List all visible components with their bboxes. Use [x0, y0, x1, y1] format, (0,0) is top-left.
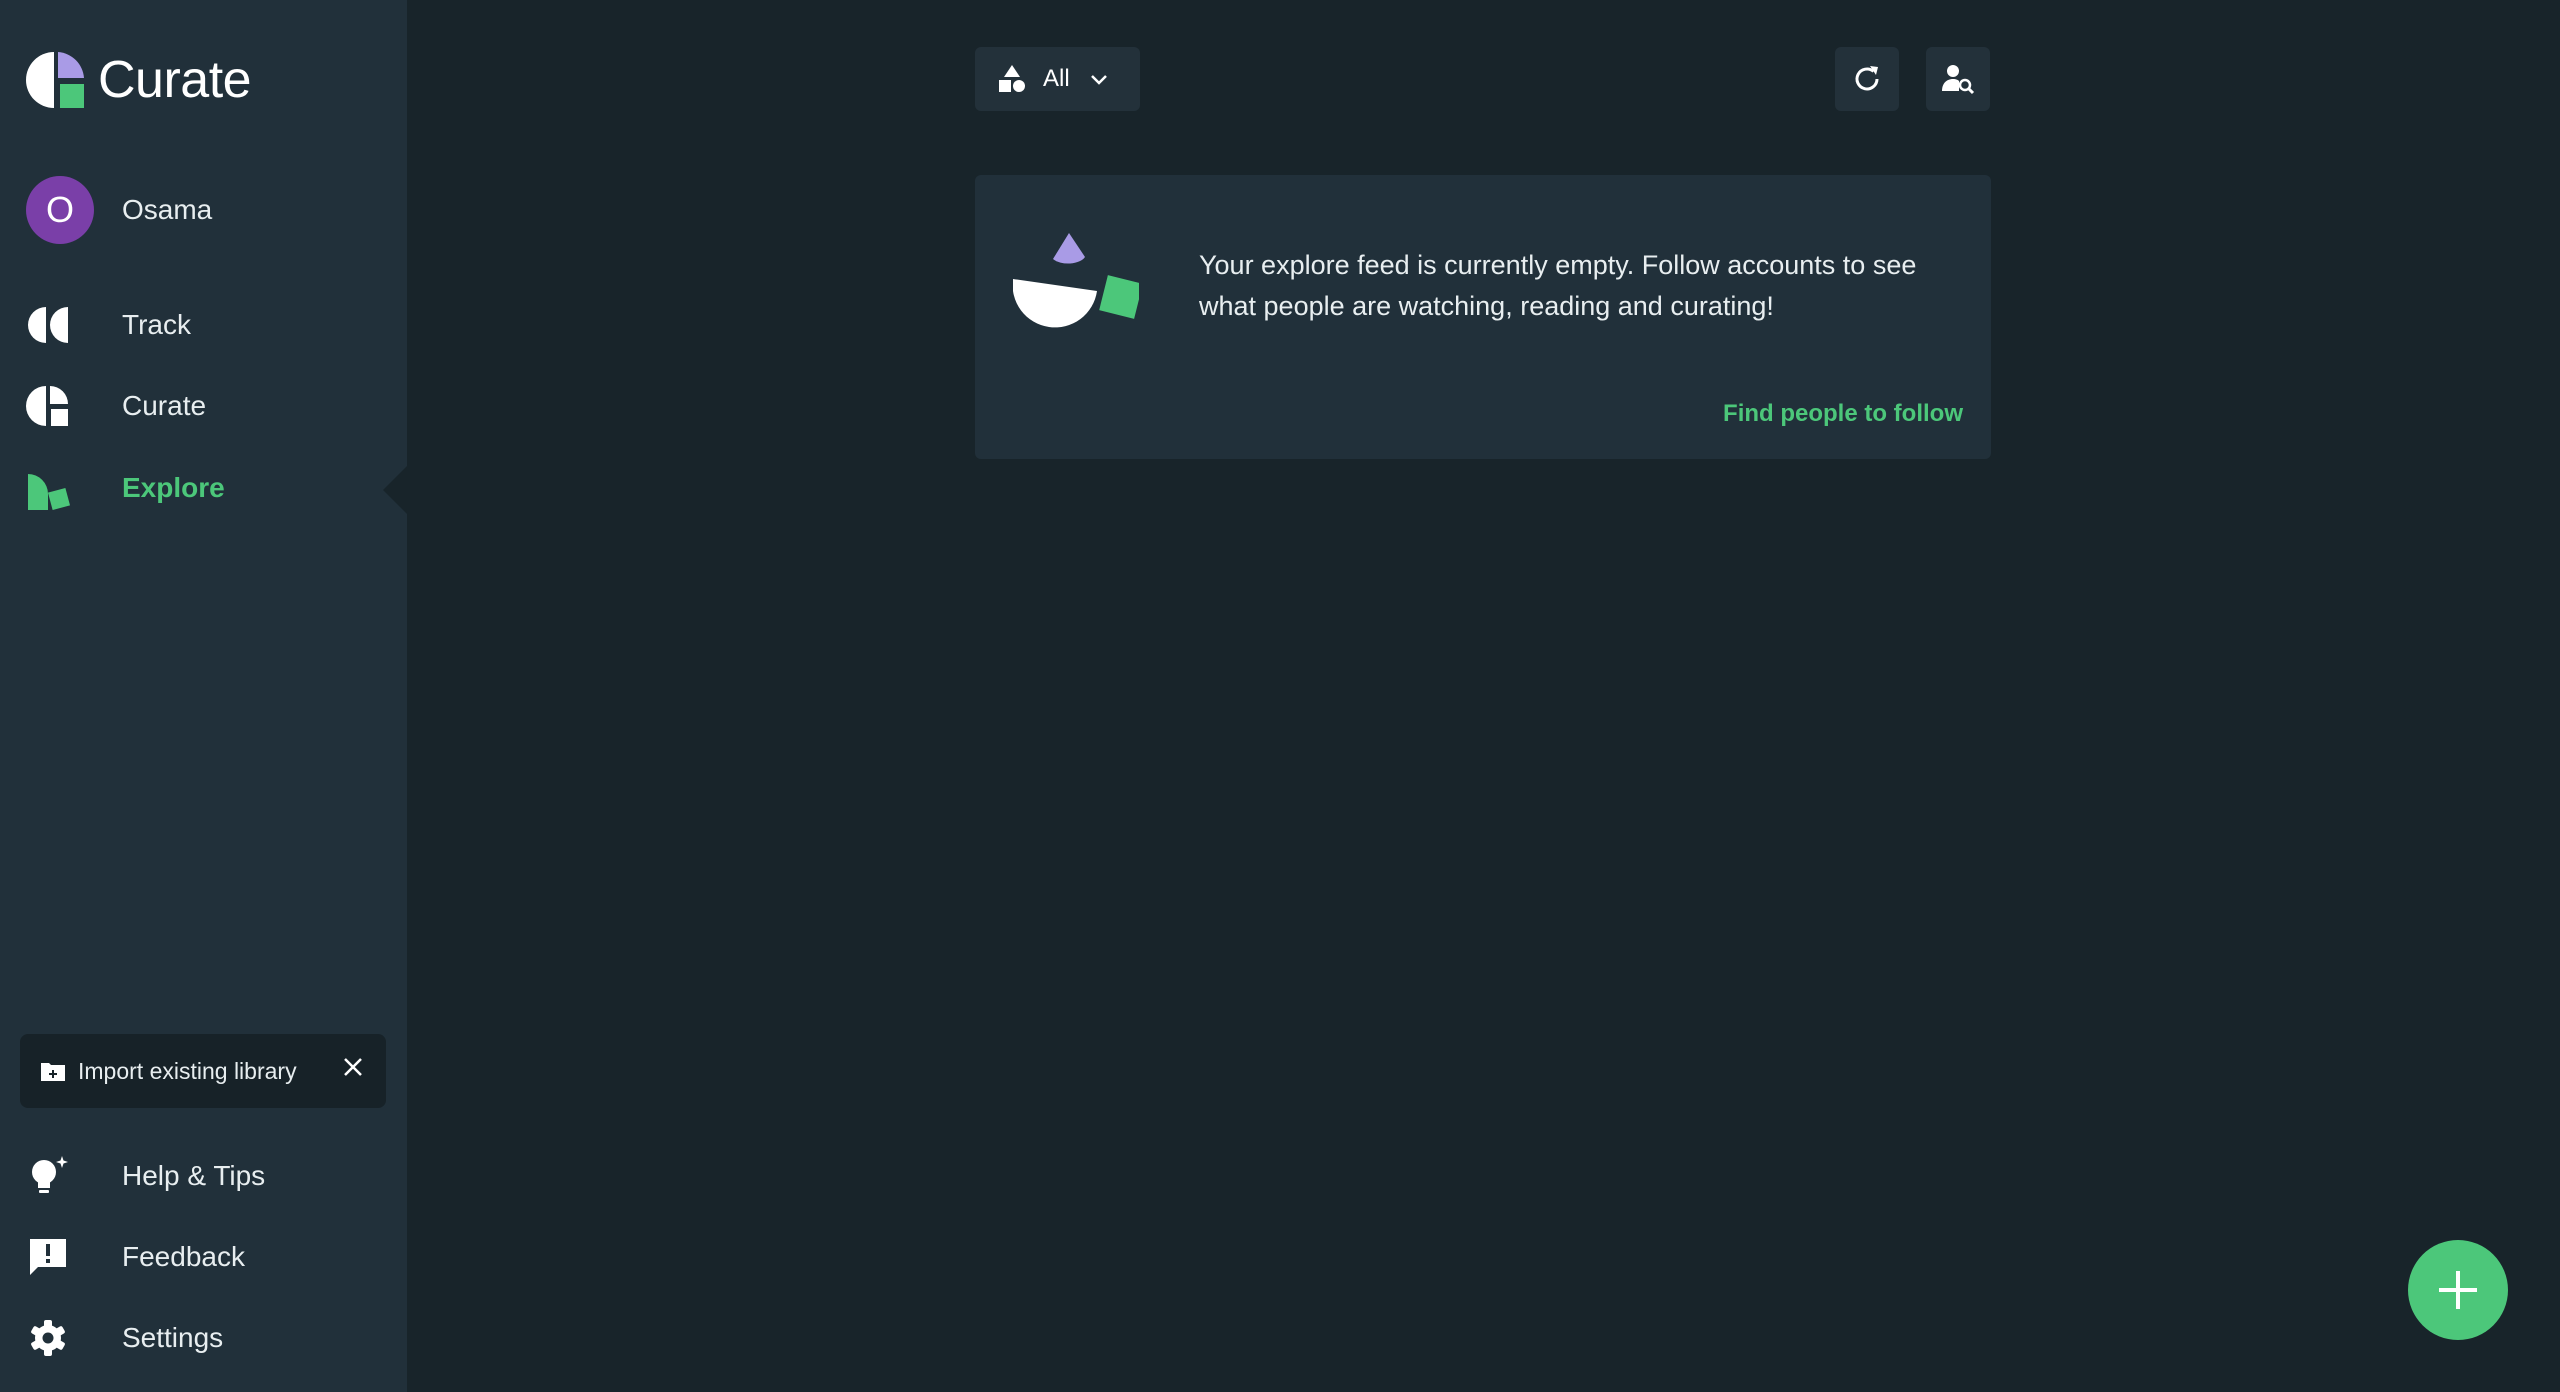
user-name: Osama	[122, 194, 213, 225]
nav-label-track: Track	[122, 309, 191, 340]
user-profile[interactable]: O Osama	[26, 176, 212, 244]
plus-icon	[2439, 1271, 2477, 1309]
filter-selected-value: All	[1043, 65, 1070, 92]
nav-label-help: Help & Tips	[122, 1160, 266, 1191]
close-icon[interactable]	[338, 1052, 368, 1082]
nav-item-feedback[interactable]: Feedback	[26, 1232, 245, 1282]
chevron-down-icon	[1090, 75, 1107, 85]
find-people-link[interactable]: Find people to follow	[1723, 400, 1963, 428]
nav-item-help[interactable]: Help & Tips	[26, 1151, 265, 1201]
app-logo[interactable]: Curate	[26, 50, 252, 110]
curate-logo-icon	[26, 52, 84, 108]
nav-item-explore[interactable]: Explore	[26, 463, 225, 513]
nav-label-settings: Settings	[122, 1322, 224, 1353]
folder-add-icon	[40, 1058, 66, 1084]
shapes-icon	[999, 65, 1025, 92]
nav-item-curate[interactable]: Curate	[26, 381, 206, 431]
nav-item-track[interactable]: Track	[26, 300, 191, 350]
feedback-icon	[26, 1235, 70, 1279]
refresh-icon	[1855, 66, 1879, 91]
active-indicator	[383, 466, 407, 514]
add-button[interactable]	[2408, 1240, 2508, 1340]
track-icon	[26, 303, 70, 347]
empty-feed-message: Your explore feed is currently empty. Fo…	[1199, 250, 1917, 321]
explore-icon	[26, 466, 70, 510]
app-name: Curate	[98, 51, 252, 109]
shapes-illustration	[1013, 233, 1139, 328]
nav-label-feedback: Feedback	[122, 1241, 245, 1272]
find-people-button[interactable]	[1926, 47, 1990, 111]
avatar: O	[26, 176, 94, 244]
nav-label-curate: Curate	[122, 390, 207, 421]
sidebar: Curate O Osama Track Curate Explore Impo…	[0, 0, 407, 1392]
feed-filter-dropdown[interactable]: All	[975, 47, 1140, 111]
refresh-button[interactable]	[1835, 47, 1899, 111]
nav-item-settings[interactable]: Settings	[26, 1313, 223, 1363]
person-search-icon	[1942, 65, 1975, 95]
nav-label-explore: Explore	[122, 472, 225, 503]
gear-icon	[26, 1316, 70, 1360]
import-library-label: Import existing library	[78, 1057, 297, 1084]
empty-feed-card: Your explore feed is currently empty. Fo…	[975, 175, 1991, 459]
import-library-banner[interactable]: Import existing library	[20, 1034, 386, 1108]
lightbulb-icon	[26, 1154, 70, 1198]
curate-icon	[26, 384, 70, 428]
